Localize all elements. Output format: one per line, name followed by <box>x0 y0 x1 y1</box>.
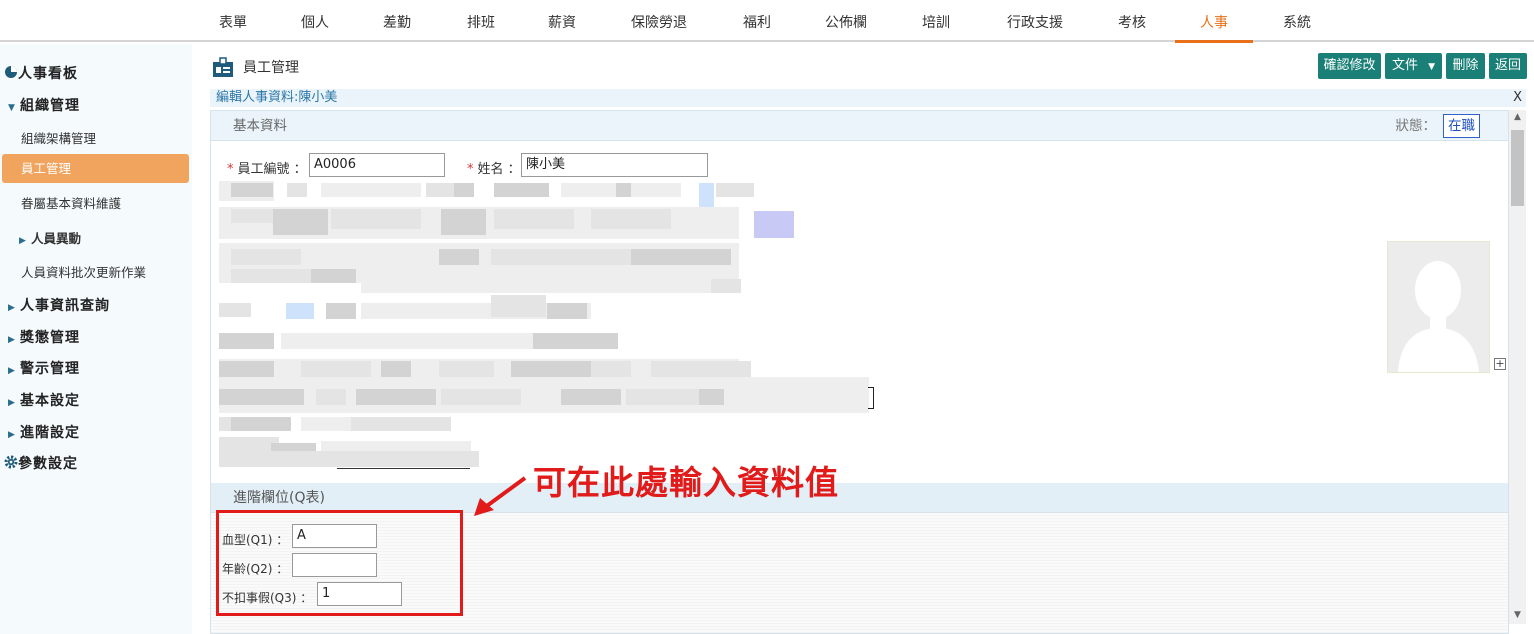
advanced-section-header: 進階欄位(Q表) <box>211 483 1508 513</box>
page-title: 員工管理 <box>243 60 299 76</box>
nav-tab-appraisal[interactable]: 考核 <box>1112 0 1152 42</box>
back-button[interactable]: 返回 <box>1489 53 1527 79</box>
sidebar-item-label: 基本設定 <box>20 393 80 409</box>
nav-tab-insurance[interactable]: 保險勞退 <box>622 0 696 42</box>
sidebar-item-basic-settings[interactable]: ▶ 基本設定 <box>8 390 200 410</box>
pie-chart-icon <box>5 66 17 78</box>
emp-no-label: * 員工編號 ： <box>227 162 307 177</box>
sidebar-item-dependents[interactable]: 眷屬基本資料維護 <box>21 193 213 212</box>
top-navigation: 表單 個人 差勤 排班 薪資 保險勞退 福利 公佈欄 培訓 行政支援 考核 人事… <box>0 0 1534 43</box>
plus-icon[interactable]: + <box>1494 358 1506 370</box>
annotation-text: 可在此處輸入資料值 <box>533 463 839 502</box>
triangle-down-icon: ▼ <box>8 103 16 113</box>
triangle-right-icon: ▶ <box>8 335 16 345</box>
sidebar-item-employee-mgmt[interactable]: 員工管理 <box>2 154 189 183</box>
caret-down-icon: ▼ <box>1428 62 1436 72</box>
employee-photo[interactable] <box>1387 241 1490 373</box>
sidebar-item-label: 人事資訊查詢 <box>20 298 110 314</box>
triangle-right-icon: ▶ <box>8 398 16 408</box>
gear-icon <box>4 455 18 469</box>
sidebar-item-label: 參數設定 <box>18 456 78 472</box>
nav-tab-hr[interactable]: 人事 <box>1175 0 1253 43</box>
sidebar-item-batch-update[interactable]: 人員資料批次更新作業 <box>21 262 213 281</box>
sidebar-item-dashboard[interactable]: 人事看板 <box>4 63 196 83</box>
nav-tab-welfare[interactable]: 福利 <box>737 0 777 42</box>
sidebar-item-advanced-settings[interactable]: ▶ 進階設定 <box>8 422 200 442</box>
name-input[interactable]: 陳小美 <box>521 153 708 177</box>
sidebar-item-param-settings[interactable]: 參數設定 <box>4 453 196 473</box>
confirm-edit-button[interactable]: 確認修改 <box>1318 53 1381 79</box>
advanced-section-title: 進階欄位(Q表) <box>233 490 325 506</box>
sidebar-item-label: 獎懲管理 <box>20 330 80 346</box>
id-card-icon <box>213 57 233 77</box>
scroll-down-icon[interactable]: ▼ <box>1509 610 1526 620</box>
scroll-thumb[interactable] <box>1511 130 1524 206</box>
sidebar-item-rewards[interactable]: ▶ 獎懲管理 <box>8 327 200 347</box>
triangle-right-icon: ▶ <box>8 366 16 376</box>
edit-record-bar: 編輯人事資料:陳小美 X <box>210 89 1526 107</box>
nav-tab-bulletin[interactable]: 公佈欄 <box>818 0 874 42</box>
document-dropdown-button[interactable]: 文件 ▼ <box>1385 53 1442 79</box>
basic-info-title: 基本資料 <box>233 118 287 134</box>
avatar-placeholder-icon <box>1388 242 1489 372</box>
sidebar-item-org-mgmt[interactable]: ▼ 組織管理 <box>8 95 200 115</box>
sidebar-item-hr-query[interactable]: ▶ 人事資訊查詢 <box>8 295 200 315</box>
status-label: 狀態： <box>1395 118 1437 134</box>
basic-info-section-header: 基本資料 狀態： 在職 <box>211 111 1508 141</box>
nav-tab-admin-support[interactable]: 行政支援 <box>998 0 1072 42</box>
triangle-right-icon: ▶ <box>8 430 16 440</box>
sidebar-item-label: 組織管理 <box>20 98 80 114</box>
sidebar-item-warnings[interactable]: ▶ 警示管理 <box>8 358 200 378</box>
status-badge: 在職 <box>1443 114 1480 138</box>
nav-tab-personal[interactable]: 個人 <box>295 0 335 42</box>
triangle-right-icon: ▶ <box>8 303 16 313</box>
nav-tab-training[interactable]: 培訓 <box>916 0 956 42</box>
scroll-up-icon[interactable]: ▲ <box>1509 112 1526 122</box>
nav-tab-system[interactable]: 系統 <box>1277 0 1317 42</box>
nav-tab-salary[interactable]: 薪資 <box>542 0 582 42</box>
arrow-icon <box>474 476 527 516</box>
delete-button[interactable]: 刪除 <box>1446 53 1485 79</box>
document-button-label: 文件 <box>1391 58 1418 73</box>
nav-tab-attendance[interactable]: 差勤 <box>377 0 417 42</box>
close-icon[interactable]: X <box>1513 89 1522 107</box>
sidebar-item-label: 人員異動 <box>31 231 82 246</box>
sidebar-item-org-chart[interactable]: 組織架構管理 <box>21 128 213 147</box>
nav-tab-forms[interactable]: 表單 <box>213 0 253 42</box>
panel-scrollbar[interactable]: ▲ ▼ <box>1509 110 1526 624</box>
sidebar-item-personnel-change[interactable]: ▶ 人員異動 <box>19 228 211 247</box>
sidebar-item-label: 進階設定 <box>20 425 80 441</box>
annotation-highlight-box <box>216 510 463 616</box>
emp-no-input[interactable]: A0006 <box>309 153 445 177</box>
sidebar-item-label: 警示管理 <box>20 361 80 377</box>
sidebar-item-label: 人事看板 <box>18 66 78 82</box>
nav-tab-scheduling[interactable]: 排班 <box>461 0 501 42</box>
triangle-right-icon: ▶ <box>19 236 26 246</box>
edit-record-title: 編輯人事資料:陳小美 <box>216 90 338 105</box>
name-label: * 姓名 ： <box>467 162 521 177</box>
